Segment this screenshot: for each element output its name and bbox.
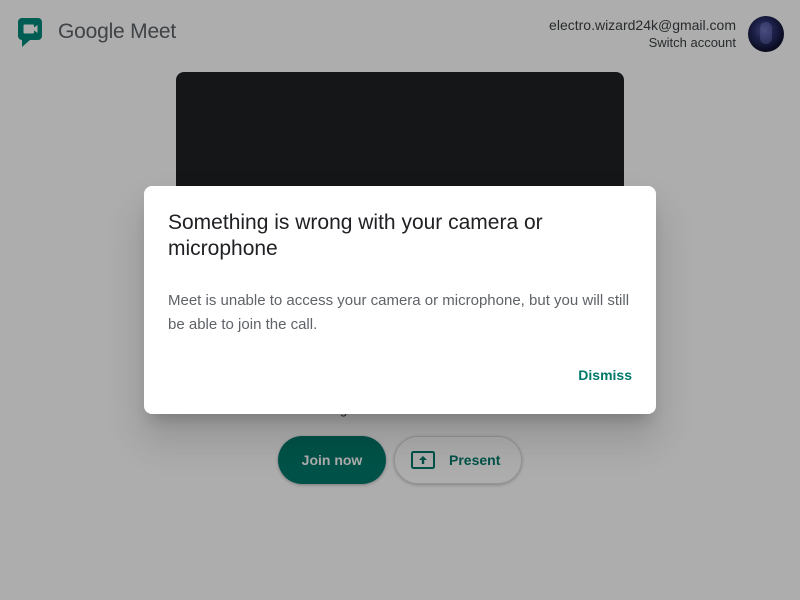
camera-error-dialog: Something is wrong with your camera or m… bbox=[144, 186, 656, 414]
dismiss-button[interactable]: Dismiss bbox=[578, 367, 632, 383]
dialog-title: Something is wrong with your camera or m… bbox=[168, 211, 543, 260]
dialog-body: Meet is unable to access your camera or … bbox=[168, 292, 630, 333]
meet-lobby-page: Google Meet electro.wizard24k@gmail.com … bbox=[0, 0, 800, 600]
